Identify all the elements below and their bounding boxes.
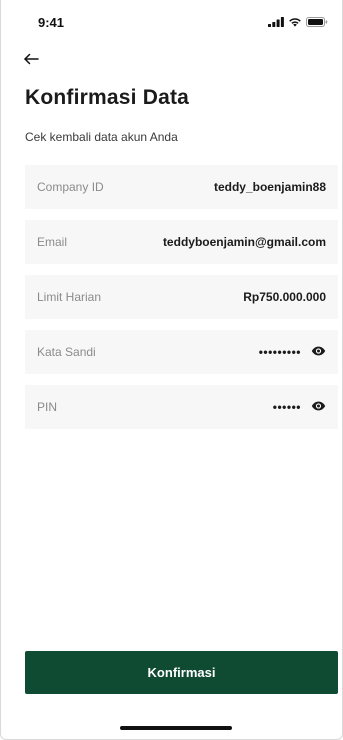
company-id-value: teddy_boenjamin88 [213, 180, 326, 194]
daily-limit-label: Limit Harian [37, 290, 102, 304]
password-value-group: ••••••••• [259, 343, 326, 361]
company-id-row: Company ID teddy_boenjamin88 [25, 165, 338, 209]
pin-masked-value: •••••• [272, 400, 301, 414]
pin-value-group: •••••• [273, 398, 326, 416]
pin-row: PIN •••••• [25, 385, 338, 429]
battery-icon [306, 17, 328, 27]
eye-icon[interactable] [311, 398, 326, 416]
password-label: Kata Sandi [37, 345, 96, 359]
page-title: Konfirmasi Data [25, 86, 190, 109]
back-button[interactable] [23, 50, 51, 72]
arrow-left-icon [23, 52, 39, 70]
cellular-signal-icon [268, 17, 284, 27]
email-value: teddyboenjamin@gmail.com [162, 235, 326, 249]
daily-limit-value: Rp750.000.000 [243, 290, 326, 304]
phone-screen: 9:41 Konfirmasi Data Cek kembali data ak… [0, 0, 343, 740]
status-bar: 9:41 [1, 0, 342, 44]
home-indicator [120, 726, 232, 730]
confirm-button[interactable]: Konfirmasi [25, 651, 338, 694]
status-time: 9:41 [38, 15, 65, 30]
company-id-label: Company ID [37, 180, 104, 194]
daily-limit-row: Limit Harian Rp750.000.000 [25, 275, 338, 319]
status-icons [268, 17, 328, 27]
eye-icon[interactable] [311, 343, 326, 361]
page-subtitle: Cek kembali data akun Anda [25, 130, 178, 144]
account-data-list: Company ID teddy_boenjamin88 Email teddy… [25, 165, 338, 440]
password-masked-value: ••••••••• [258, 345, 301, 359]
email-label: Email [37, 235, 68, 249]
email-row: Email teddyboenjamin@gmail.com [25, 220, 338, 264]
pin-label: PIN [37, 400, 58, 414]
wifi-icon [288, 17, 302, 27]
password-row: Kata Sandi ••••••••• [25, 330, 338, 374]
